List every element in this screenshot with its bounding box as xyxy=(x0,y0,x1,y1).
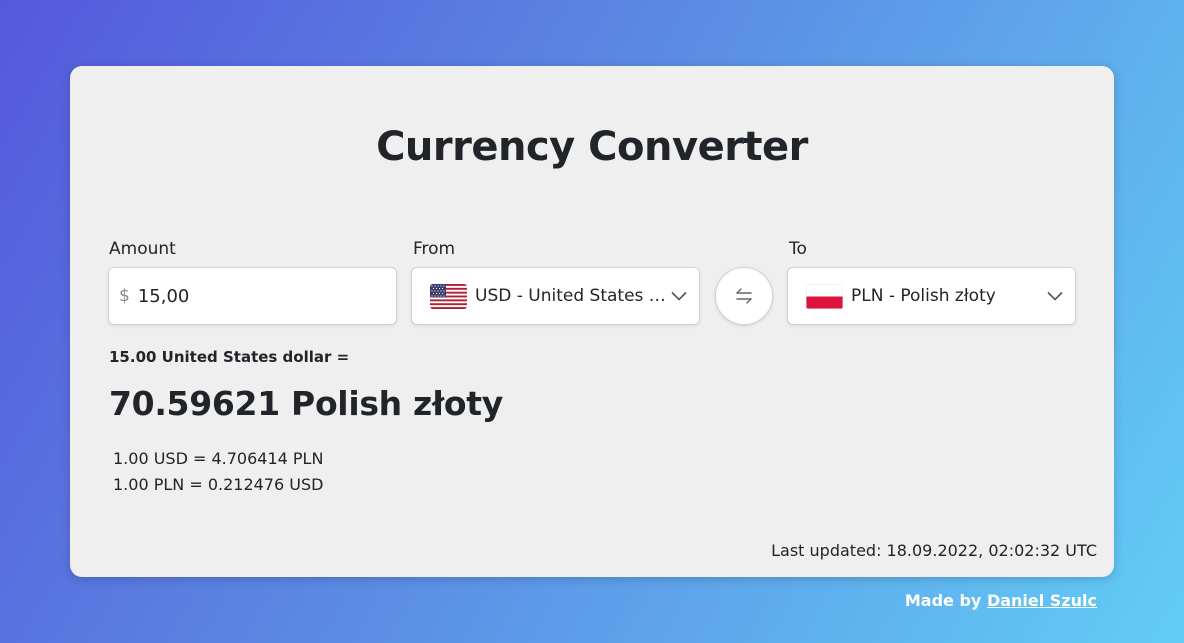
page-title: Currency Converter xyxy=(376,124,808,170)
footer-credit: Made by Daniel Szulc xyxy=(905,591,1097,610)
to-label: To xyxy=(789,239,807,259)
swap-button[interactable] xyxy=(715,267,773,325)
last-updated-text: Last updated: 18.09.2022, 02:02:32 UTC xyxy=(771,541,1097,560)
pl-flag-icon xyxy=(806,283,843,309)
converter-card: Currency Converter Amount From To $ 15,0… xyxy=(70,66,1114,577)
from-label: From xyxy=(413,239,456,259)
to-currency-select[interactable]: PLN - Polish złoty xyxy=(787,267,1076,325)
amount-field[interactable]: $ xyxy=(108,267,397,325)
rate-reverse: 1.00 PLN = 0.212476 USD xyxy=(113,475,324,494)
us-flag-icon xyxy=(430,283,467,309)
amount-label: Amount xyxy=(109,239,176,259)
from-currency-value: USD - United States dollar xyxy=(475,286,667,306)
amount-input[interactable] xyxy=(137,285,368,307)
result-from-text: 15.00 United States dollar = xyxy=(109,348,350,366)
result-converted-amount: 70.59621 Polish złoty xyxy=(109,384,503,423)
chevron-down-icon xyxy=(1047,291,1063,301)
footer-prefix: Made by xyxy=(904,591,982,610)
author-link[interactable]: Daniel Szulc xyxy=(987,591,1097,610)
chevron-down-icon xyxy=(671,291,687,301)
dollar-sign: $ xyxy=(119,286,130,306)
rate-forward: 1.00 USD = 4.706414 PLN xyxy=(113,449,324,468)
from-currency-select[interactable]: USD - United States dollar xyxy=(411,267,700,325)
swap-arrows-icon xyxy=(736,288,752,304)
to-currency-value: PLN - Polish złoty xyxy=(851,286,996,306)
